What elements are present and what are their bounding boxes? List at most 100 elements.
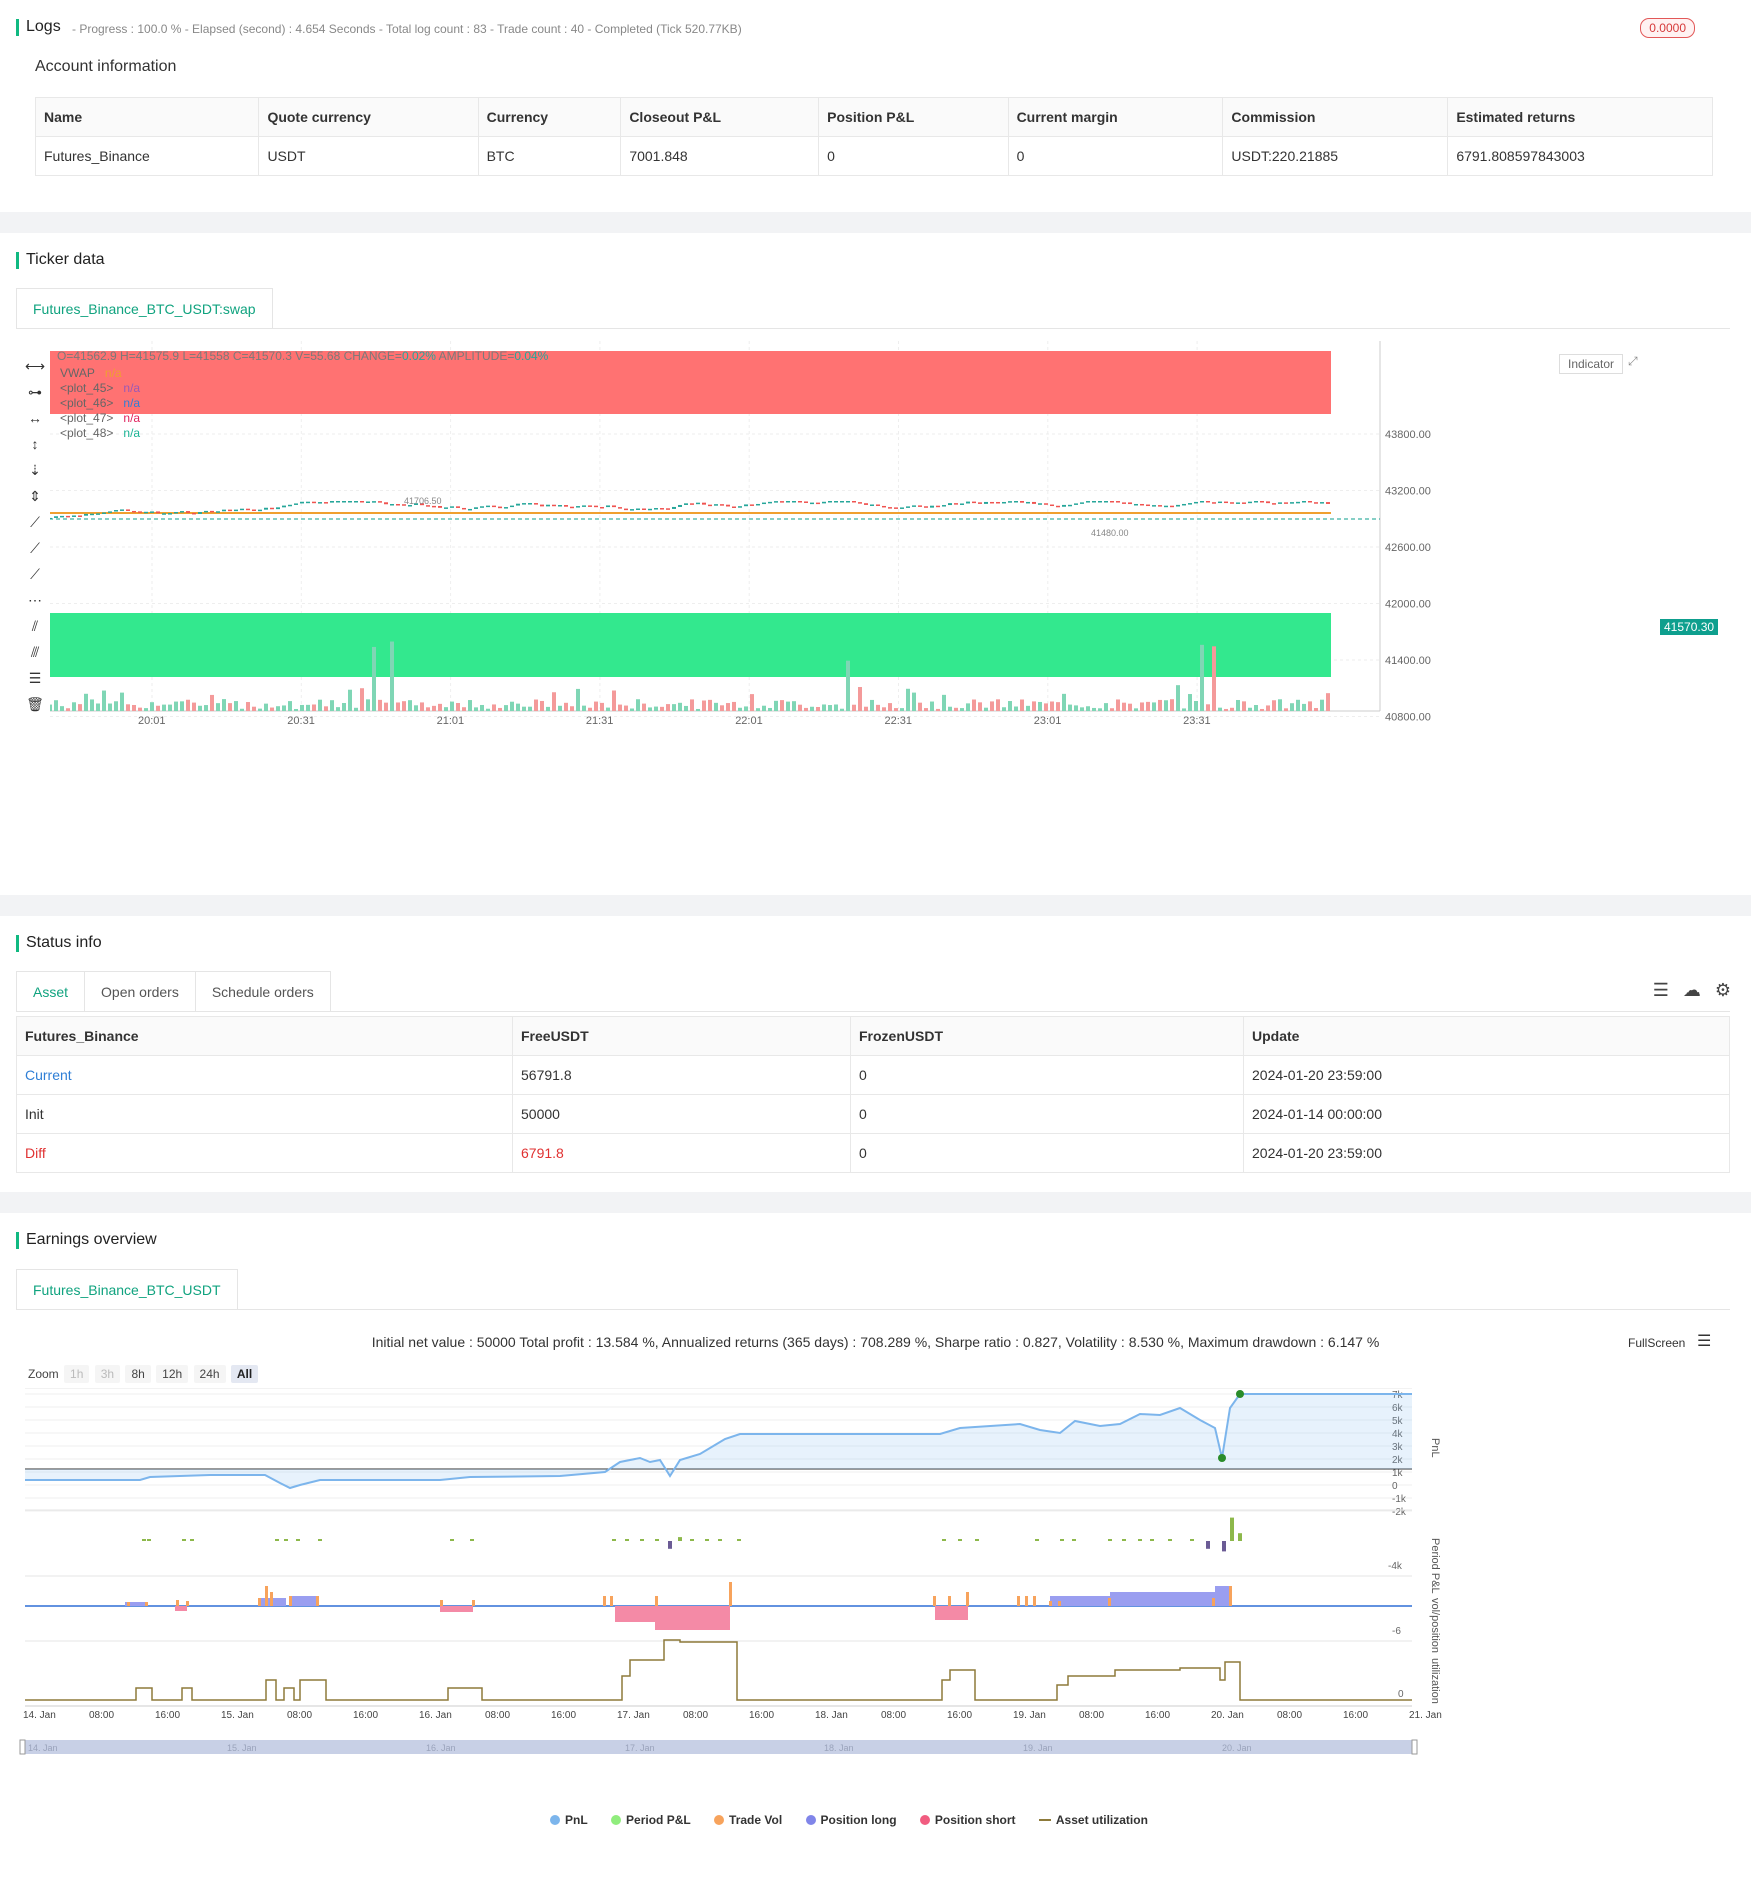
col-estimated-returns: Estimated returns (1447, 97, 1713, 137)
volume-bar (930, 701, 934, 711)
fullscreen-button[interactable]: FullScreen (1628, 1336, 1685, 1350)
legend-trade-vol[interactable]: Trade Vol (714, 1813, 782, 1827)
horizontal-ray-icon[interactable]: ⊶ (24, 379, 46, 405)
cloud-download-icon[interactable]: ☁ (1683, 980, 1701, 1000)
candle (798, 501, 802, 503)
tab-schedule-orders[interactable]: Schedule orders (195, 971, 331, 1011)
expand-icon[interactable]: ⤢ (1628, 354, 1638, 369)
zoom-1h-button[interactable]: 1h (64, 1365, 90, 1383)
candle (282, 505, 286, 508)
candle (294, 503, 298, 505)
tab-btc-usdt-swap[interactable]: Futures_Binance_BTC_USDT:swap (16, 288, 273, 328)
extended-line-icon[interactable]: ↔ (24, 405, 46, 431)
candle (972, 501, 976, 504)
candle (906, 506, 910, 508)
zoom-label: Zoom (28, 1367, 59, 1381)
x-tick-label: 16:00 (749, 1710, 774, 1721)
tab-open-orders[interactable]: Open orders (85, 971, 196, 1011)
legend-asset-utilization[interactable]: Asset utilization (1038, 1813, 1148, 1827)
trade-vol-bar (127, 1602, 130, 1606)
trade-vol-bar (265, 1586, 268, 1606)
vol-tick: -6 (1392, 1626, 1401, 1637)
row-label-current[interactable]: Current (16, 1055, 513, 1095)
volume-bar (258, 708, 262, 711)
candle (582, 505, 586, 507)
volume-bar (1146, 701, 1150, 711)
volume-bar (294, 708, 298, 711)
legend-pnl-label: PnL (565, 1813, 588, 1827)
candle (786, 501, 790, 503)
fib-channel-icon[interactable]: ⫻ (24, 639, 46, 665)
volume-bar (1080, 707, 1084, 711)
volume-bar (834, 704, 838, 711)
trend-line-icon[interactable]: ⟋ (24, 509, 46, 535)
volume-bar (210, 694, 214, 711)
tab-asset[interactable]: Asset (16, 971, 86, 1011)
volume-bar (774, 700, 778, 711)
candle (1314, 502, 1318, 504)
horizontal-line-icon[interactable]: ⟷ (24, 353, 46, 379)
volume-bar (714, 702, 718, 711)
volume-bar (1206, 704, 1210, 711)
trash-icon[interactable]: 🗑 (24, 691, 46, 717)
vertical-line-icon[interactable]: ↕ (24, 431, 46, 457)
candle (384, 502, 388, 505)
ticker-panel: Ticker data Futures_Binance_BTC_USDT:swa… (0, 233, 1751, 895)
zoom-8h-button[interactable]: 8h (125, 1365, 151, 1383)
zoom-all-button[interactable]: All (230, 1365, 259, 1383)
price-label-icon[interactable]: ⋯ (24, 587, 46, 613)
zoom-3h-button[interactable]: 3h (94, 1365, 121, 1383)
list-icon[interactable]: ☰ (1653, 980, 1669, 1000)
candle (528, 503, 532, 505)
legend-period-pnl-label: Period P&L (626, 1813, 691, 1827)
volume-bar (90, 699, 94, 711)
candle (1320, 502, 1324, 504)
zoom-24h-button[interactable]: 24h (193, 1365, 226, 1383)
status-tabbar: Asset Open orders Schedule orders (16, 971, 1730, 1012)
parallel-channel-icon[interactable]: ⫽ (24, 613, 46, 639)
table-row: Init 50000 0 2024-01-14 00:00:00 (16, 1094, 1730, 1134)
candle (774, 501, 778, 503)
trade-vol-bar (289, 1596, 292, 1606)
candle (1326, 502, 1330, 504)
drawing-toolbar: ⟷ ⊶ ↔ ↕ ⇣ ⇕ ⟋ ⟋ ⟋ ⋯ ⫽ ⫻ ☰ 🗑 (24, 353, 46, 717)
high-label: 41706.50 (404, 496, 442, 506)
vertical-segment-icon[interactable]: ⇕ (24, 483, 46, 509)
volume-bar (1278, 699, 1282, 711)
volume-bar (510, 701, 514, 711)
candle (66, 515, 70, 518)
volume-bar (312, 704, 316, 711)
cell-currency: BTC (477, 136, 622, 176)
candle (270, 507, 274, 510)
legend-pnl[interactable]: PnL (550, 1813, 588, 1827)
legend-position-long[interactable]: Position long (805, 1813, 897, 1827)
volume-bar (858, 687, 862, 711)
tab-btc-usdt[interactable]: Futures_Binance_BTC_USDT (16, 1269, 238, 1309)
pnl-tick: -2k (1392, 1507, 1407, 1518)
candle (330, 501, 334, 503)
x-tick-label: 08:00 (1079, 1710, 1104, 1721)
trade-vol-bar (186, 1601, 189, 1606)
candle (186, 511, 190, 513)
logs-meta: - Progress : 100.0 % - Elapsed (second) … (72, 22, 742, 36)
legend-position-short[interactable]: Position short (919, 1813, 1016, 1827)
candle (474, 507, 478, 509)
legend-period-pnl[interactable]: Period P&L (611, 1813, 691, 1827)
zoom-12h-button[interactable]: 12h (156, 1365, 189, 1383)
period-pnl-bar (718, 1539, 722, 1541)
ray-line-icon[interactable]: ⟋ (24, 535, 46, 561)
gear-icon[interactable]: ⚙ (1715, 980, 1731, 1000)
period-pnl-bar (1060, 1539, 1064, 1541)
menu-icon[interactable]: ☰ (1697, 1331, 1711, 1351)
volume-bar (684, 705, 688, 711)
navigator-tick: 19. Jan (1023, 1743, 1053, 1753)
segment-icon[interactable]: ⟋ (24, 561, 46, 587)
indicator-button[interactable]: Indicator (1559, 354, 1624, 374)
fib-retracement-icon[interactable]: ☰ (24, 665, 46, 691)
candlestick-chart[interactable]: 43800.00 43200.00 42600.00 42000.00 41400.00… (50, 341, 1450, 733)
candle (114, 510, 118, 512)
candle (240, 508, 244, 511)
volume-bar (936, 708, 940, 711)
pnl-tick: 0 (1392, 1481, 1398, 1492)
vertical-ray-icon[interactable]: ⇣ (24, 457, 46, 483)
